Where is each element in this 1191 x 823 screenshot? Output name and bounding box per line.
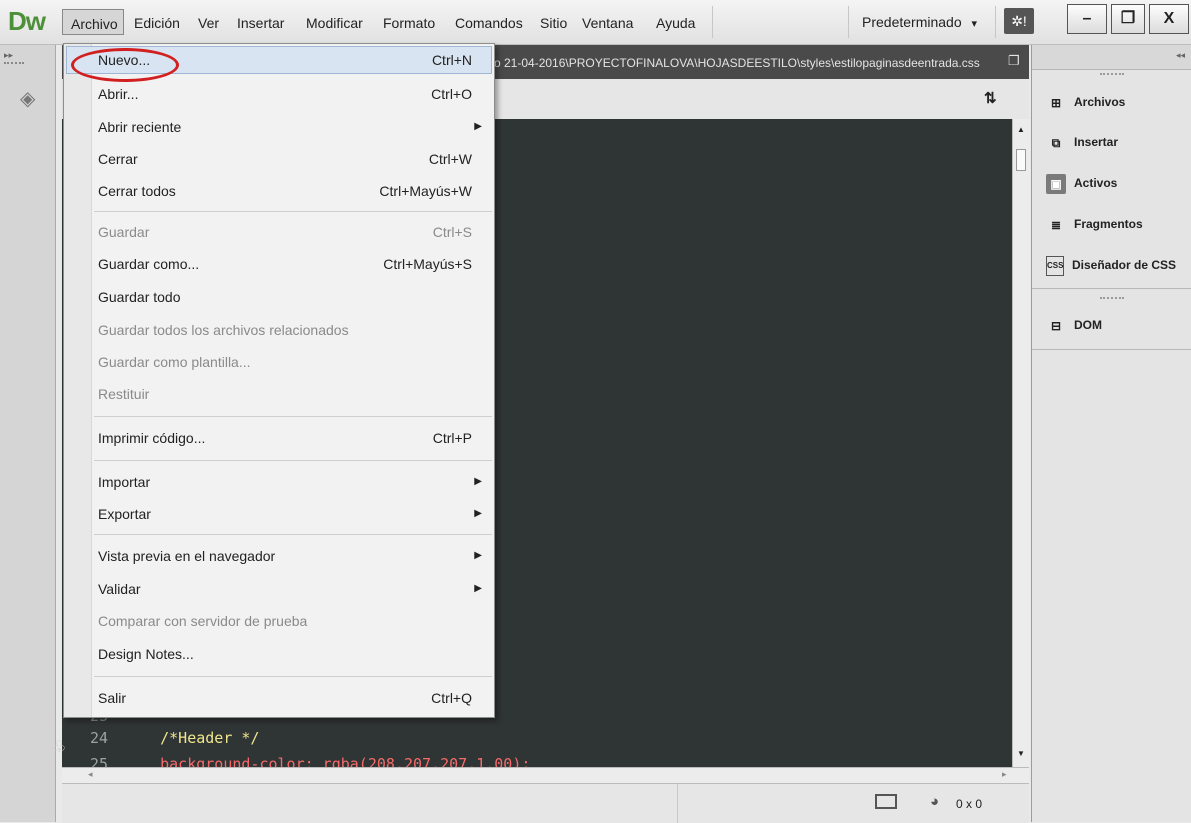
panel-disenador-css[interactable]: CSS Diseñador de CSS — [1046, 256, 1176, 276]
menu-comandos[interactable]: Comandos — [455, 15, 523, 31]
submenu-arrow-icon: ▶ — [474, 121, 482, 132]
submenu-arrow-icon: ▶ — [474, 508, 482, 519]
menu-item-cerrar-todos[interactable]: Cerrar todos Ctrl+Mayús+W — [64, 176, 494, 206]
menu-ver[interactable]: Ver — [198, 15, 219, 31]
dimensions-readout: 0 x 0 — [956, 797, 983, 811]
menu-divider — [712, 6, 713, 38]
panel-archivos[interactable]: ⊞ Archivos — [1046, 93, 1125, 113]
menu-item-guardar-relacionados[interactable]: Guardar todos los archivos relacionados — [64, 315, 494, 345]
menu-item-guardar-plantilla[interactable]: Guardar como plantilla... — [64, 347, 494, 377]
highlight-circle — [71, 48, 179, 82]
chevron-down-icon: ▾ — [971, 18, 978, 30]
submenu-arrow-icon: ▶ — [474, 583, 482, 594]
file-menu-dropdown: Nuevo... Ctrl+N Abrir... Ctrl+O Abrir reci… — [63, 43, 495, 718]
collapse-panel-icon[interactable]: ◂◂ — [1176, 50, 1185, 61]
menu-archivo[interactable]: Archivo — [62, 9, 124, 35]
screen-size-icon[interactable] — [875, 794, 897, 809]
sort-icon[interactable]: ⇅ — [984, 89, 997, 107]
document-path: o 21-04-2016\PROYECTOFINALOVA\HOJASDEEST… — [494, 56, 980, 70]
menu-ayuda[interactable]: Ayuda — [656, 15, 695, 31]
sitemap-icon: ⊞ — [1050, 96, 1062, 110]
left-toolbar — [0, 45, 56, 822]
menu-sitio[interactable]: Sitio — [540, 15, 567, 31]
status-bar: ◕ 0 x 0 — [62, 783, 1029, 823]
menu-item-design-notes[interactable]: Design Notes... — [64, 639, 494, 669]
restore-doc-icon[interactable]: ❐ — [1008, 53, 1020, 69]
menu-item-cerrar[interactable]: Cerrar Ctrl+W — [64, 144, 494, 174]
submenu-arrow-icon: ▶ — [474, 550, 482, 561]
briefcase-icon: ▣ — [1046, 174, 1066, 194]
expand-panel-icon[interactable]: ▸▸ — [4, 50, 13, 61]
menu-separator — [94, 676, 492, 677]
scroll-down-icon[interactable]: ▼ — [1017, 749, 1025, 758]
dom-tree-icon: ⊟ — [1050, 319, 1062, 333]
panel-insertar[interactable]: ⧉ Insertar — [1046, 133, 1118, 153]
menu-item-restituir[interactable]: Restituir — [64, 379, 494, 409]
insert-icon: ⧉ — [1051, 136, 1061, 150]
panel-fragmentos[interactable]: ≣ Fragmentos — [1046, 215, 1143, 235]
scroll-up-icon[interactable]: ▲ — [1017, 125, 1025, 134]
menu-separator — [94, 460, 492, 461]
code-hint-icon[interactable]: ♧ — [52, 737, 66, 757]
inspect-icon[interactable]: ◈ — [20, 86, 42, 110]
menu-divider — [995, 6, 996, 38]
snippets-icon: ≣ — [1050, 218, 1062, 232]
vertical-scrollbar[interactable]: ▲ ▼ — [1012, 119, 1030, 767]
code-comment: /*Header */ — [124, 729, 260, 747]
browser-preview-icon[interactable]: ◕ — [930, 793, 939, 810]
menu-edicion[interactable]: Edición — [134, 15, 180, 31]
menu-separator — [94, 211, 492, 212]
menu-separator — [94, 416, 492, 417]
menu-divider — [848, 6, 849, 38]
panel-activos[interactable]: ▣ Activos — [1046, 174, 1117, 194]
menu-item-comparar[interactable]: Comparar con servidor de prueba — [64, 606, 494, 636]
menu-item-exportar[interactable]: Exportar ▶ — [64, 499, 494, 529]
menu-modificar[interactable]: Modificar — [306, 15, 363, 31]
menu-item-imprimir[interactable]: Imprimir código... Ctrl+P — [64, 423, 494, 453]
scrollbar-thumb[interactable] — [1016, 149, 1026, 171]
minimize-button[interactable]: – — [1067, 4, 1107, 34]
menu-ventana[interactable]: Ventana — [582, 15, 633, 31]
sync-settings-icon[interactable]: ✲! — [1004, 8, 1034, 34]
right-panel: ◂◂ ⊞ Archivos ⧉ Insertar ▣ Activos ≣ Fragmen… — [1031, 45, 1191, 822]
menu-item-importar[interactable]: Importar ▶ — [64, 467, 494, 497]
menu-item-vista-previa[interactable]: Vista previa en el navegador ▶ — [64, 541, 494, 571]
css-icon: CSS — [1046, 256, 1064, 276]
line-number: 24 — [90, 729, 109, 747]
menu-item-validar[interactable]: Validar ▶ — [64, 574, 494, 604]
menu-insertar[interactable]: Insertar — [237, 15, 284, 31]
menu-item-guardar-todo[interactable]: Guardar todo — [64, 282, 494, 312]
panel-dom[interactable]: ⊟ DOM — [1046, 316, 1102, 336]
horizontal-scrollbar[interactable]: ◂ ▸ — [62, 767, 1029, 784]
close-button[interactable]: X — [1149, 4, 1189, 34]
panel-divider — [1032, 349, 1191, 350]
submenu-arrow-icon: ▶ — [474, 476, 482, 487]
workspace-label: Predeterminado — [862, 14, 962, 30]
dreamweaver-logo: Dw — [8, 6, 46, 36]
status-divider — [677, 784, 678, 823]
panel-divider — [1032, 288, 1191, 289]
menu-item-guardar-como[interactable]: Guardar como... Ctrl+Mayús+S — [64, 249, 494, 279]
menu-formato[interactable]: Formato — [383, 15, 435, 31]
scroll-left-icon[interactable]: ◂ — [88, 769, 93, 780]
grip-icon[interactable] — [1100, 297, 1124, 299]
scroll-right-icon[interactable]: ▸ — [1002, 769, 1007, 780]
menu-item-salir[interactable]: Salir Ctrl+Q — [64, 683, 494, 713]
menu-item-abrir[interactable]: Abrir... Ctrl+O — [64, 79, 494, 109]
panel-header — [1032, 45, 1191, 70]
restore-button[interactable]: ❐ — [1111, 4, 1145, 34]
menu-item-guardar[interactable]: Guardar Ctrl+S — [64, 217, 494, 247]
grip-icon[interactable] — [4, 62, 24, 66]
workspace-switcher[interactable]: Predeterminado ▾ — [862, 14, 977, 30]
menu-item-abrir-reciente[interactable]: Abrir reciente ▶ — [64, 112, 494, 142]
grip-icon[interactable] — [1100, 73, 1124, 75]
menu-separator — [94, 534, 492, 535]
